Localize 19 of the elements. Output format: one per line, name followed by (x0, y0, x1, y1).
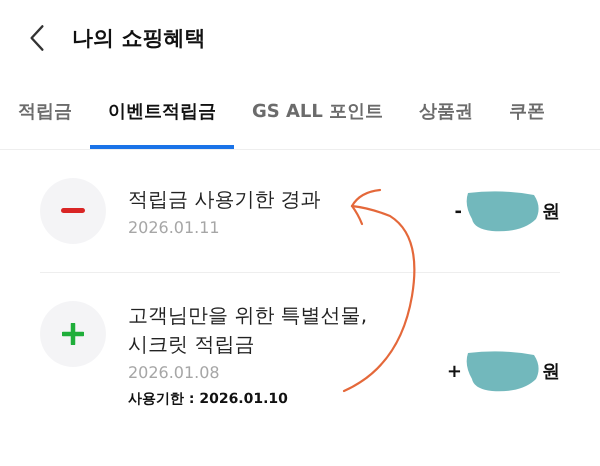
entry-date: 2026.01.08 (128, 363, 221, 382)
amount-unit: 원 (542, 200, 560, 223)
tab[interactable]: 적립금 (0, 76, 90, 149)
back-button[interactable] (28, 24, 46, 52)
plus-icon (62, 323, 84, 345)
tab[interactable]: 이벤트적립금 (90, 76, 234, 149)
amount-unit: 원 (542, 360, 560, 383)
page-title: 나의 쇼핑혜택 (72, 25, 206, 52)
entry-date: 2026.01.11 (128, 218, 221, 237)
amount-sign: + (446, 360, 462, 382)
entry-title: 적립금 사용기한 경과 (128, 186, 322, 213)
expiry-date: 사용기한 : 2026.01.10 (128, 390, 289, 408)
minus-icon (61, 208, 85, 214)
amount-sign: - (454, 200, 462, 222)
tab[interactable]: 쿠폰 (491, 76, 564, 149)
back-icon (28, 24, 46, 52)
tab[interactable]: GS ALL 포인트 (234, 76, 402, 149)
tab[interactable]: 상품권 (401, 76, 492, 149)
entry-title: 고객님만을 위한 특별선물, 시크릿 적립금 (128, 302, 368, 358)
